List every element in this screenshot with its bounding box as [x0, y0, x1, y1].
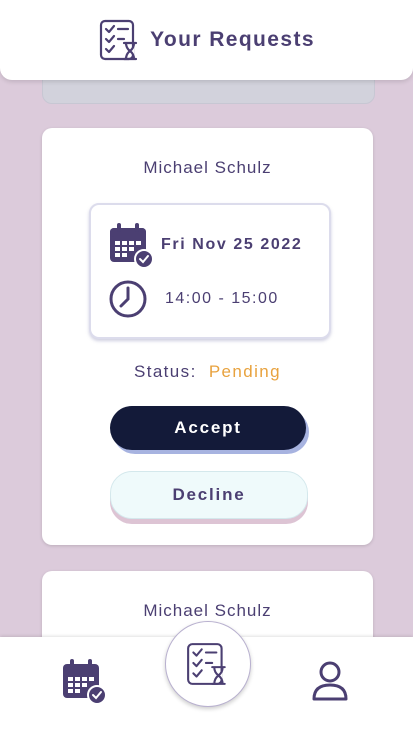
calendar-check-icon[interactable]: [60, 657, 108, 705]
decline-button[interactable]: Decline: [110, 471, 308, 519]
page-title: Your Requests: [150, 28, 315, 51]
app-header: Your Requests: [0, 0, 413, 80]
calendar-check-icon: [110, 223, 154, 269]
request-list-icon: [99, 19, 138, 61]
clock-icon: [109, 280, 147, 318]
status-label: Status:: [133, 362, 197, 381]
user-icon[interactable]: [310, 659, 350, 703]
requester-name: Michael Schulz: [143, 158, 272, 177]
request-card: Michael Schulz Fri Nov 25 2022 14:00 - 1…: [42, 128, 373, 545]
time-slot-box: Fri Nov 25 2022 14:00 - 15:00: [89, 203, 331, 339]
request-date: Fri Nov 25 2022: [161, 236, 303, 253]
request-list-icon: [187, 643, 226, 685]
status-badge: Pending: [208, 362, 282, 381]
status-line: Status: Pending: [42, 362, 373, 382]
request-time: 14:00 - 15:00: [165, 290, 279, 307]
accept-button[interactable]: Accept: [110, 406, 306, 450]
requests-nav-button[interactable]: [165, 621, 251, 707]
requester-name: Michael Schulz: [143, 601, 272, 620]
